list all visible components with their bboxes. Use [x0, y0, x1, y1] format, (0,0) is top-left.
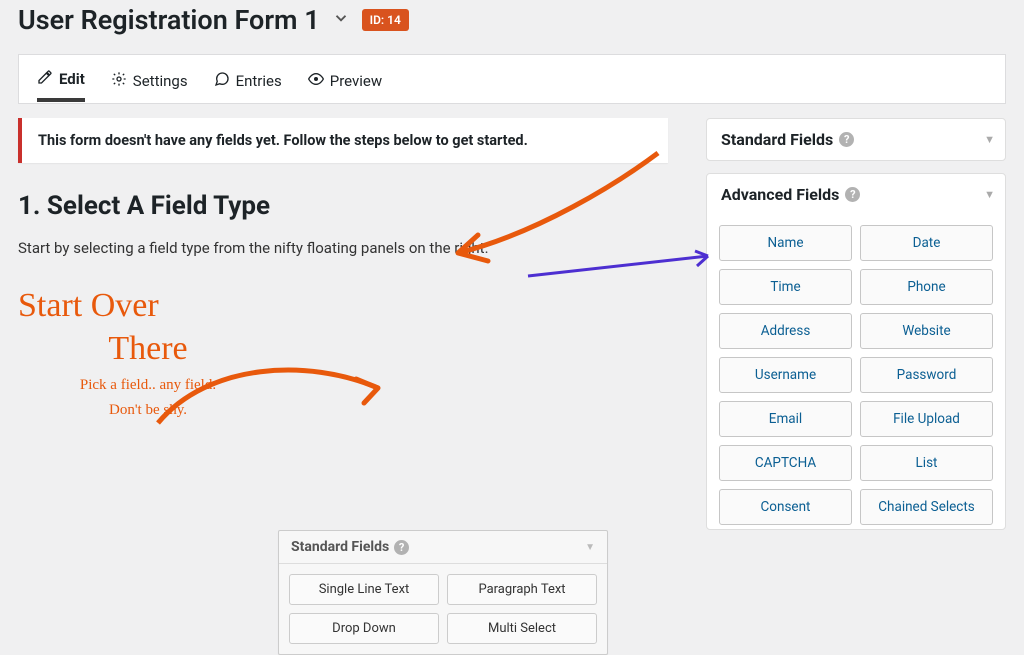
form-id-badge: ID: 14: [362, 9, 409, 31]
illus-field-button[interactable]: Multi Select: [447, 613, 597, 644]
tab-entries[interactable]: Entries: [214, 58, 282, 100]
tab-label: Preview: [330, 72, 382, 90]
field-button-address[interactable]: Address: [719, 313, 852, 349]
handwritten-line: Start Over: [18, 285, 278, 328]
help-icon: ?: [394, 540, 409, 555]
handwritten-line: There: [18, 328, 278, 371]
field-button-list[interactable]: List: [860, 445, 993, 481]
help-icon: ?: [839, 132, 854, 147]
illustrative-panel-title: Standard Fields: [291, 539, 389, 555]
tab-edit[interactable]: Edit: [37, 56, 85, 102]
page-header: User Registration Form 1 ID: 14: [0, 0, 1024, 40]
illus-field-button[interactable]: Drop Down: [289, 613, 439, 644]
field-button-captcha[interactable]: CAPTCHA: [719, 445, 852, 481]
step-description: Start by selecting a field type from the…: [18, 239, 686, 257]
tab-settings[interactable]: Settings: [111, 58, 188, 100]
caret-icon: ▼: [984, 133, 995, 146]
caret-icon: ▼: [585, 542, 595, 553]
tab-label: Settings: [133, 72, 188, 90]
standard-fields-toggle[interactable]: Standard Fields ? ▼: [707, 119, 1005, 160]
tab-label: Edit: [59, 70, 85, 88]
page-title: User Registration Form 1: [18, 4, 320, 36]
field-button-phone[interactable]: Phone: [860, 269, 993, 305]
field-button-consent[interactable]: Consent: [719, 489, 852, 525]
empty-form-notice: This form doesn't have any fields yet. F…: [18, 118, 668, 163]
speech-icon: [214, 71, 230, 91]
field-button-password[interactable]: Password: [860, 357, 993, 393]
advanced-fields-toggle[interactable]: Advanced Fields ? ▼: [707, 174, 1005, 215]
help-icon: ?: [845, 187, 860, 202]
field-button-email[interactable]: Email: [719, 401, 852, 437]
caret-icon: ▼: [984, 188, 995, 201]
field-button-date[interactable]: Date: [860, 225, 993, 261]
standard-fields-panel: Standard Fields ? ▼: [706, 118, 1006, 161]
tab-label: Entries: [236, 72, 282, 90]
handwritten-sub: Don't be shy.: [18, 401, 278, 420]
advanced-fields-panel: Advanced Fields ? ▼ Name Date Time Phone…: [706, 173, 1006, 530]
field-button-chained-selects[interactable]: Chained Selects: [860, 489, 993, 525]
panel-title: Standard Fields: [721, 130, 833, 149]
gear-icon: [111, 71, 127, 91]
field-button-username[interactable]: Username: [719, 357, 852, 393]
illustrative-fields-panel: Standard Fields ? ▼ Single Line Text Par…: [278, 530, 608, 655]
step-heading: 1. Select A Field Type: [18, 191, 686, 221]
field-button-time[interactable]: Time: [719, 269, 852, 305]
field-button-name[interactable]: Name: [719, 225, 852, 261]
field-button-file-upload[interactable]: File Upload: [860, 401, 993, 437]
eye-icon: [308, 71, 324, 91]
main-area: This form doesn't have any fields yet. F…: [18, 118, 686, 542]
fields-sidebar: Standard Fields ? ▼ Advanced Fields ? ▼ …: [706, 118, 1006, 542]
tab-preview[interactable]: Preview: [308, 58, 382, 100]
illus-field-button[interactable]: Single Line Text: [289, 574, 439, 605]
field-button-website[interactable]: Website: [860, 313, 993, 349]
handwritten-sub: Pick a field.. any field.: [18, 376, 278, 395]
handwritten-annotation: Start Over There Pick a field.. any fiel…: [18, 285, 278, 420]
illus-field-button[interactable]: Paragraph Text: [447, 574, 597, 605]
edit-icon: [37, 69, 53, 89]
chevron-down-icon[interactable]: [332, 8, 350, 32]
illustrative-panel-header: Standard Fields ? ▼: [279, 531, 607, 564]
panel-title: Advanced Fields: [721, 185, 839, 204]
form-toolbar: Edit Settings Entries Preview: [18, 54, 1006, 104]
